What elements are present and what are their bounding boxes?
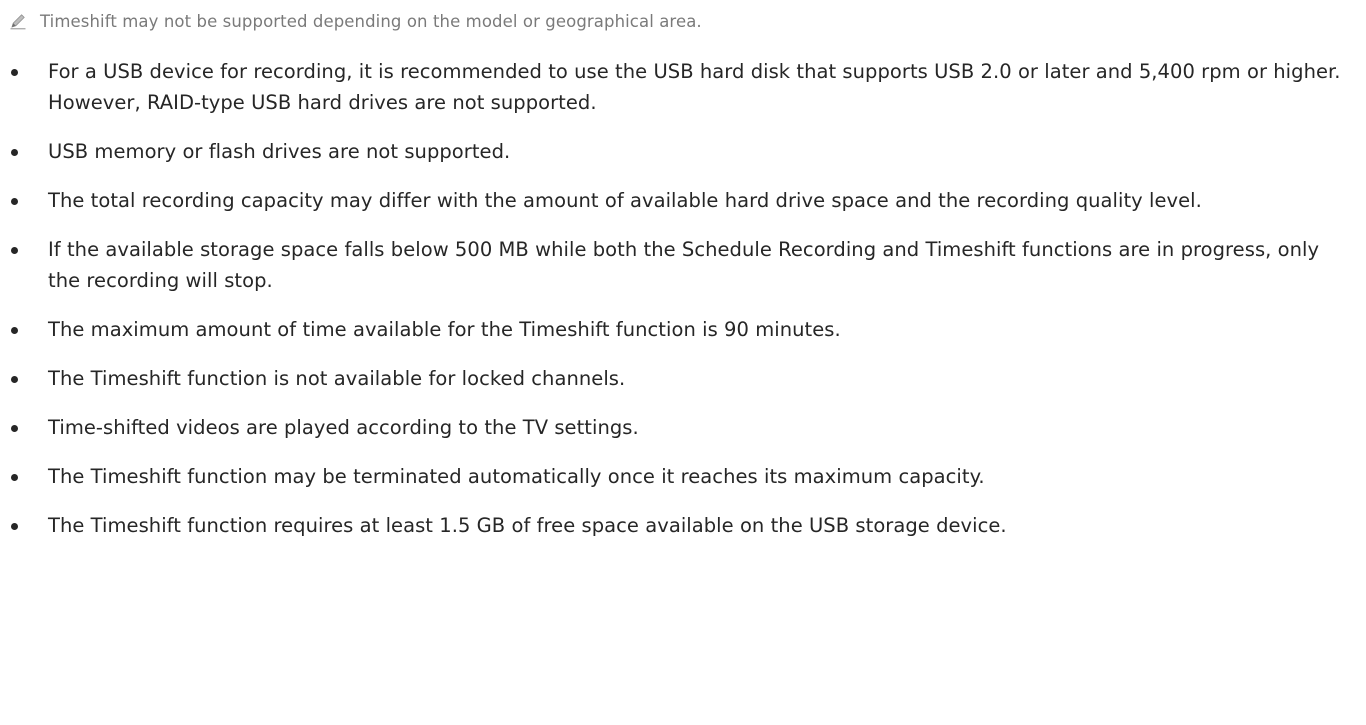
list-item-text: For a USB device for recording, it is re… — [48, 60, 1341, 114]
list-item-text: Time-shifted videos are played according… — [48, 416, 639, 439]
list-item-text: The Timeshift function may be terminated… — [48, 465, 985, 488]
list-item: The Timeshift function is not available … — [0, 363, 1366, 394]
list-item: USB memory or flash drives are not suppo… — [0, 136, 1366, 167]
list-item-text: USB memory or flash drives are not suppo… — [48, 140, 511, 163]
list-item-text: The total recording capacity may differ … — [48, 189, 1202, 212]
bullet-list: For a USB device for recording, it is re… — [0, 56, 1366, 541]
bullet-icon — [11, 326, 18, 334]
list-item-text: The maximum amount of time available for… — [48, 318, 841, 341]
list-item: For a USB device for recording, it is re… — [0, 56, 1366, 118]
document-page: Timeshift may not be supported depending… — [0, 0, 1366, 725]
note: Timeshift may not be supported depending… — [9, 9, 702, 33]
bullet-icon — [11, 424, 18, 432]
bullet-icon — [11, 197, 18, 205]
bullet-icon — [11, 246, 18, 254]
pencil-icon — [9, 12, 27, 30]
list-item: If the available storage space falls bel… — [0, 234, 1366, 296]
bullet-icon — [11, 68, 18, 76]
list-item: The Timeshift function may be terminated… — [0, 461, 1366, 492]
bullet-icon — [11, 473, 18, 481]
list-item: The maximum amount of time available for… — [0, 314, 1366, 345]
list-item: Time-shifted videos are played according… — [0, 412, 1366, 443]
list-item-text: The Timeshift function is not available … — [48, 367, 626, 390]
list-item: The Timeshift function requires at least… — [0, 510, 1366, 541]
list-item: The total recording capacity may differ … — [0, 185, 1366, 216]
bullet-icon — [11, 522, 18, 530]
list-item-text: The Timeshift function requires at least… — [48, 514, 1007, 537]
bullet-icon — [11, 148, 18, 156]
list-item-text: If the available storage space falls bel… — [48, 238, 1320, 292]
note-text: Timeshift may not be supported depending… — [40, 11, 702, 31]
bullet-icon — [11, 375, 18, 383]
